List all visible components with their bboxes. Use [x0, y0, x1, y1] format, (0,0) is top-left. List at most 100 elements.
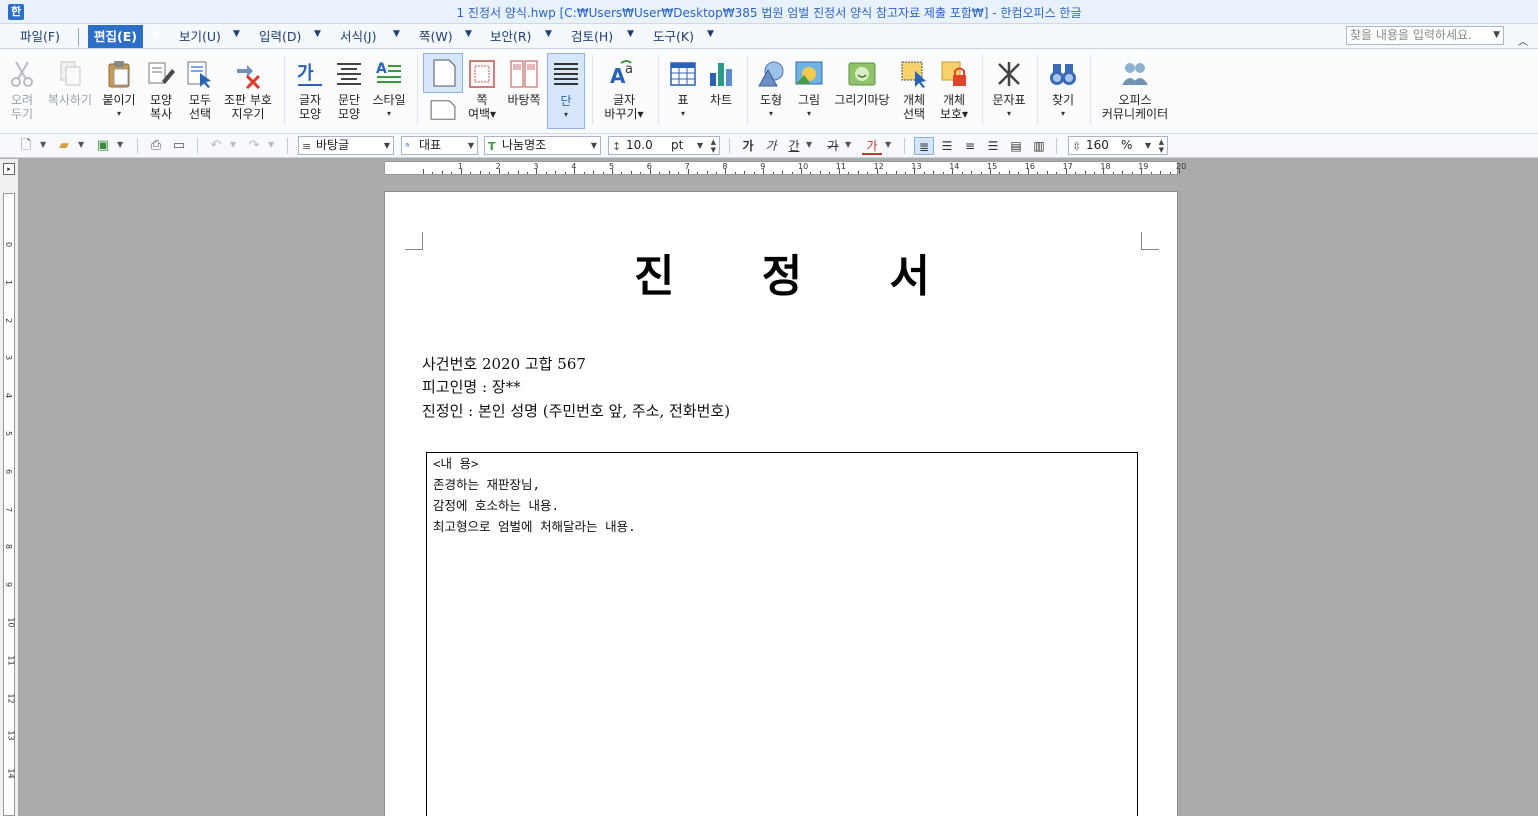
redo-icon[interactable]: ↷ — [246, 138, 262, 154]
redo-dropdown-icon[interactable]: ▼ — [268, 140, 274, 149]
line-spacing-unit-caret-icon[interactable]: ▼ — [1145, 137, 1151, 154]
open-folder-icon[interactable]: ▰ — [56, 138, 72, 154]
line-spacing-spinner-icon[interactable]: ▲ ▼ — [1159, 138, 1164, 154]
menu-review[interactable]: 검토(H) — [567, 27, 617, 47]
paste-dropdown-icon[interactable]: ▾ — [99, 107, 139, 121]
italic-button[interactable]: 가 — [761, 137, 781, 155]
open-dropdown-icon[interactable]: ▼ — [78, 140, 84, 149]
align-distribute-button[interactable]: ▤ — [1006, 137, 1026, 155]
menu-tools-arrow-icon[interactable]: ▼ — [707, 29, 714, 39]
save-icon[interactable]: ▣ — [95, 138, 111, 154]
new-document-icon[interactable]: 🗋 — [18, 138, 34, 154]
ruler-tick — [715, 172, 717, 174]
strikethrough-button[interactable]: 가 — [823, 137, 843, 155]
document-page[interactable]: 진 정 서 사건번호 2020 고합 567 피고인명 : 장** 진정인 : … — [384, 191, 1178, 816]
page-margin-button[interactable]: 쪽 여백▾ — [462, 53, 502, 129]
save-dropdown-icon[interactable]: ▼ — [117, 140, 123, 149]
copy-button[interactable]: 복사하기 — [44, 53, 96, 129]
line-spacing-input[interactable]: ⇳ 160 % ▼ ▲ ▼ — [1068, 136, 1168, 155]
new-document-dropdown-icon[interactable]: ▼ — [40, 140, 46, 149]
shape-dropdown-icon[interactable]: ▾ — [752, 107, 790, 121]
menu-page[interactable]: 쪽(W) — [415, 27, 457, 47]
menu-edit-arrow-icon[interactable]: ▼ — [152, 30, 159, 40]
menu-file[interactable]: 파일(F) — [16, 27, 64, 47]
style-select-caret-icon[interactable]: ▼ — [384, 137, 390, 154]
style-dropdown-icon[interactable]: ▾ — [368, 107, 410, 121]
object-select-button[interactable]: 개체 선택 — [895, 53, 933, 129]
menu-edit[interactable]: 편집(E) — [88, 25, 143, 48]
columns-dropdown-icon[interactable]: ▾ — [548, 108, 584, 122]
menu-insert[interactable]: 입력(D) — [255, 27, 305, 47]
style-select[interactable]: ≡ 바탕글 ▼ — [298, 136, 394, 155]
font-size-input[interactable]: ↕ 10.0 pt ▼ ▲ ▼ — [608, 136, 720, 155]
picture-button[interactable]: 그림 ▾ — [790, 53, 828, 129]
align-justify-button[interactable]: ≣ — [914, 137, 934, 155]
paste-button[interactable]: 붙이기 ▾ — [99, 53, 139, 129]
style-button[interactable]: A 스타일 ▾ — [368, 53, 410, 129]
menu-tools[interactable]: 도구(K) — [649, 27, 698, 47]
underline-button[interactable]: 간 — [784, 137, 804, 155]
strikethrough-dropdown-icon[interactable]: ▼ — [845, 140, 851, 149]
picture-dropdown-icon[interactable]: ▾ — [790, 107, 828, 121]
underline-dropdown-icon[interactable]: ▼ — [806, 140, 812, 149]
font-select[interactable]: T 나눔명조 ▼ — [484, 136, 601, 155]
scissors-icon — [11, 61, 33, 87]
menu-insert-arrow-icon[interactable]: ▼ — [314, 29, 321, 39]
master-page-button[interactable]: 바탕쪽 — [502, 53, 546, 129]
bold-button[interactable]: 가 — [738, 137, 758, 155]
clipart-icon — [848, 62, 876, 86]
align-center-button[interactable]: ≡ — [960, 137, 980, 155]
replace-text-button[interactable]: A a 글자 바꾸기▾ — [598, 53, 650, 129]
vertical-ruler[interactable]: 0 1 2 3 4 5 6 7 8 9 10 11 12 13 14 — [3, 193, 16, 816]
clipart-button[interactable]: 그리기마당 — [830, 53, 894, 129]
font-color-dropdown-icon[interactable]: ▼ — [885, 140, 891, 149]
char-shape-button[interactable]: 가 글자 모양 — [290, 53, 330, 129]
columns-button[interactable]: 단 ▾ — [547, 53, 585, 129]
search-dropdown-icon[interactable]: ▼ — [1493, 27, 1500, 44]
language-select[interactable]: ᵃ 대표 ▼ — [401, 136, 478, 155]
table-button[interactable]: 표 ▾ — [664, 53, 702, 129]
find-button[interactable]: 찾기 ▾ — [1043, 53, 1083, 129]
horizontal-ruler[interactable]: 1 2 3 4 5 6 7 8 9 10 11 12 13 14 15 16 17 18 19 20 — [384, 161, 1186, 175]
menu-page-arrow-icon[interactable]: ▼ — [465, 29, 472, 39]
format-painter-button[interactable]: 모양 복사 — [142, 53, 180, 129]
undo-dropdown-icon[interactable]: ▼ — [230, 140, 236, 149]
cut-button[interactable]: 오려 두기 — [2, 53, 42, 129]
search-input[interactable]: 찾을 내용을 입력하세요. ▼ — [1346, 26, 1504, 45]
menu-view[interactable]: 보기(U) — [175, 27, 225, 47]
table-dropdown-icon[interactable]: ▾ — [664, 107, 702, 121]
align-right-button[interactable]: ☰ — [983, 137, 1003, 155]
paragraph-shape-button[interactable]: 문단 모양 — [329, 53, 369, 129]
menu-security[interactable]: 보안(R) — [486, 27, 535, 47]
symbol-button[interactable]: 문자표 ▾ — [988, 53, 1030, 129]
office-communicator-button[interactable]: 오피스 커뮤니케이터 — [1096, 53, 1174, 129]
page-orientation-button[interactable] — [423, 53, 463, 93]
font-color-button[interactable]: 가 — [862, 137, 882, 155]
menu-format[interactable]: 서식(J) — [336, 27, 380, 47]
print-icon[interactable]: ⎙ — [148, 138, 164, 154]
erase-marks-button[interactable]: 조판 부호 지우기 — [220, 53, 276, 129]
find-dropdown-icon[interactable]: ▾ — [1043, 107, 1083, 121]
menu-view-arrow-icon[interactable]: ▼ — [233, 29, 240, 39]
align-split-button[interactable]: ▥ — [1029, 137, 1049, 155]
ribbon-collapse-icon[interactable]: ︿ — [1518, 33, 1528, 48]
menu-review-arrow-icon[interactable]: ▼ — [627, 29, 634, 39]
align-left-button[interactable]: ☰ — [937, 137, 957, 155]
content-box[interactable]: <내 용> 존경하는 재판장님, 감정에 호소하는 내용. 최고형으로 엄벌에 … — [426, 452, 1138, 816]
font-size-unit-caret-icon[interactable]: ▼ — [697, 137, 703, 154]
menu-security-arrow-icon[interactable]: ▼ — [545, 29, 552, 39]
menu-format-arrow-icon[interactable]: ▼ — [393, 29, 400, 39]
page-landscape-button[interactable] — [423, 95, 463, 127]
shape-button[interactable]: 도형 ▾ — [752, 53, 790, 129]
symbol-dropdown-icon[interactable]: ▾ — [988, 107, 1030, 121]
font-select-caret-icon[interactable]: ▼ — [591, 137, 597, 154]
select-all-button[interactable]: 모두 선택 — [181, 53, 219, 129]
chart-button[interactable]: 차트 — [702, 53, 740, 129]
print-preview-icon[interactable]: ▭ — [171, 138, 187, 154]
undo-icon[interactable]: ↶ — [208, 138, 224, 154]
toolbar-separator — [137, 138, 138, 154]
font-size-spinner-icon[interactable]: ▲ ▼ — [711, 138, 716, 154]
ruler-toggle-icon[interactable]: ▸ — [3, 163, 15, 175]
language-select-caret-icon[interactable]: ▼ — [468, 137, 474, 154]
object-protect-button[interactable]: 개체 보호▾ — [934, 53, 974, 129]
